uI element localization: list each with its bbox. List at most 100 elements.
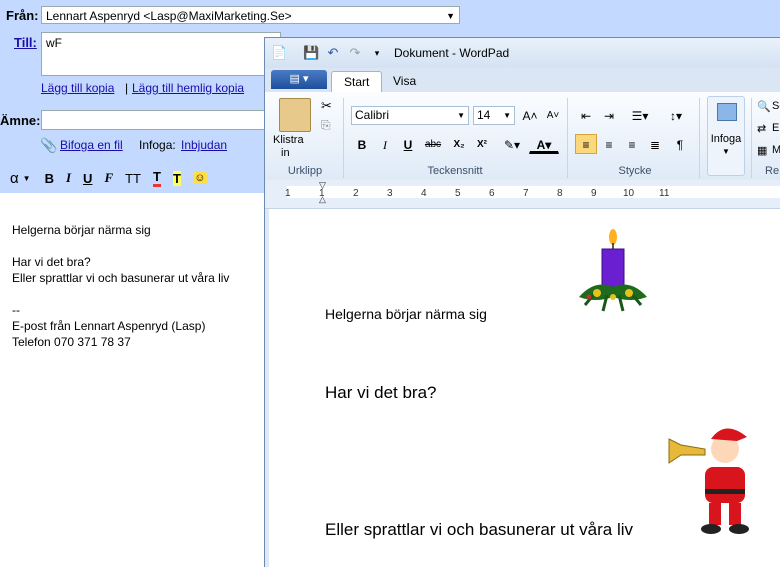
replace-label[interactable]: Er	[772, 122, 780, 134]
underline-button[interactable]: U	[83, 171, 92, 186]
separator	[343, 98, 344, 178]
wordpad-window: 📄 💾 ↶ ↷ ▾ Dokument - WordPad ▤ ▾ Start V…	[264, 37, 780, 569]
indent-marker-icon[interactable]: ▽	[319, 180, 326, 191]
subject-field[interactable]	[41, 110, 281, 130]
superscript-button[interactable]: X²	[471, 134, 493, 154]
underline-button[interactable]: U	[397, 134, 419, 154]
shrink-font-icon[interactable]: A˅	[542, 105, 564, 125]
chevron-down-icon: ▼	[446, 11, 455, 21]
body-line: --	[12, 303, 20, 317]
bold-button[interactable]: B	[351, 134, 373, 154]
insert-button[interactable]: Infoga ▼	[707, 96, 745, 176]
find-label[interactable]: Sö	[772, 100, 780, 112]
paste-label[interactable]: Klistra	[273, 134, 304, 146]
text-color-icon[interactable]: A▾	[529, 134, 559, 154]
paragraph-settings-icon[interactable]: ¶	[669, 134, 691, 154]
message-body[interactable]: Helgerna börjar närma sig Har vi det bra…	[12, 222, 229, 350]
link-separator: |	[125, 81, 129, 95]
body-line: Eller sprattlar vi och basunerar ut våra…	[12, 271, 230, 285]
doc-line-3: Eller sprattlar vi och basunerar ut våra…	[325, 520, 634, 539]
font-menu-button[interactable]: α	[10, 170, 19, 187]
invite-link[interactable]: Inbjudan	[181, 138, 227, 152]
find-icon[interactable]: 🔍	[757, 100, 771, 113]
bullet-list-icon[interactable]: ☰▾	[625, 105, 655, 125]
paperclip-icon: 📎	[40, 137, 58, 153]
body-line: Helgerna börjar närma sig	[12, 223, 151, 237]
attach-file-link[interactable]: Bifoga en fil	[60, 138, 123, 152]
italic-button[interactable]: I	[374, 134, 396, 154]
tab-visa[interactable]: Visa	[381, 71, 428, 92]
align-right-icon[interactable]: ≡	[621, 134, 643, 154]
font-group-label: Teckensnitt	[427, 165, 483, 177]
chevron-down-icon: ▼	[457, 111, 465, 120]
decrease-indent-icon[interactable]: ⇤	[575, 105, 597, 125]
text-color-button[interactable]: T	[153, 169, 161, 187]
body-line	[12, 286, 229, 302]
font-size-button[interactable]: TT	[125, 171, 141, 186]
app-menu-button[interactable]: ▤ ▾	[271, 70, 327, 89]
chevron-down-icon[interactable]: ▼	[23, 174, 31, 183]
highlight-color-icon[interactable]: ✎▾	[497, 134, 527, 154]
ruler-number: 10	[623, 188, 635, 199]
ruler-number: 8	[557, 188, 563, 199]
separator	[567, 98, 568, 178]
select-all-label[interactable]: M	[772, 144, 780, 156]
select-all-icon[interactable]: ▦	[757, 144, 767, 157]
to-field[interactable]: wF	[41, 32, 281, 76]
santa-trumpet-image	[668, 428, 753, 534]
document-area[interactable]: Helgerna börjar närma sig Har vi det bra…	[269, 209, 780, 569]
paste-icon[interactable]	[279, 98, 311, 132]
chevron-down-icon: ▼	[722, 147, 730, 156]
increase-indent-icon[interactable]: ⇥	[598, 105, 620, 125]
bold-button[interactable]: B	[45, 171, 54, 186]
ruler-number: 1	[285, 188, 291, 199]
paste-label-2[interactable]: in	[281, 147, 290, 159]
chevron-down-icon: ▼	[503, 111, 511, 120]
to-link[interactable]: Till:	[14, 35, 37, 50]
redo-icon[interactable]: ↷	[347, 45, 363, 61]
doc-line-2: Har vi det bra?	[325, 383, 437, 402]
from-select[interactable]: Lennart Aspenryd <Lasp@MaxiMarketing.Se>…	[41, 6, 460, 24]
grow-font-icon[interactable]: A˄	[519, 105, 541, 125]
body-line	[12, 238, 229, 254]
highlight-button[interactable]: T	[172, 170, 181, 186]
emoji-icon[interactable]: ☺	[192, 172, 207, 184]
cut-icon[interactable]: ✂	[321, 98, 332, 114]
copy-icon[interactable]: ⎘	[321, 118, 331, 133]
formatting-toolbar: α ▼ B I U F TT T T ☺	[0, 165, 270, 191]
doc-line-1: Helgerna börjar närma sig	[325, 306, 487, 322]
window-title: Dokument - WordPad	[394, 46, 510, 60]
paragraph-group-label: Stycke	[618, 165, 652, 177]
font-family-select[interactable]: Calibri ▼	[351, 106, 469, 125]
add-cc-link[interactable]: Lägg till kopia	[41, 81, 114, 95]
ruler-number: 7	[523, 188, 529, 199]
picture-icon	[717, 103, 737, 121]
customize-toolbar-icon[interactable]: ▾	[369, 45, 385, 61]
font-size-select[interactable]: 14 ▼	[473, 106, 515, 125]
save-icon[interactable]: 💾	[303, 45, 319, 61]
justify-icon[interactable]: ≣	[644, 134, 666, 154]
strikethrough-button[interactable]: abc	[420, 134, 446, 154]
advent-candle-image	[579, 229, 647, 312]
undo-icon[interactable]: ↶	[325, 45, 341, 61]
align-left-icon[interactable]: ≡	[575, 134, 597, 154]
line-spacing-icon[interactable]: ↕▾	[661, 105, 691, 125]
ruler-number: 4	[421, 188, 427, 199]
insert-label: Infoga	[710, 133, 742, 145]
subscript-button[interactable]: X₂	[448, 134, 470, 154]
editing-group-label: Re	[765, 165, 780, 177]
insert-label: Infoga:	[139, 138, 176, 152]
title-bar: 📄 💾 ↶ ↷ ▾ Dokument - WordPad	[265, 38, 780, 68]
ruler[interactable]: 1 1 2 3 4 5 6 7 8 9 10 11 ▽ △	[265, 180, 780, 209]
align-center-icon[interactable]: ≡	[598, 134, 620, 154]
ruler-number: 6	[489, 188, 495, 199]
italic-button[interactable]: I	[66, 170, 71, 186]
ruler-strip	[287, 186, 780, 198]
replace-icon[interactable]: ⇄	[757, 122, 766, 135]
font-face-button[interactable]: F	[104, 170, 113, 186]
add-bcc-link[interactable]: Lägg till hemlig kopia	[132, 81, 244, 95]
tab-start[interactable]: Start	[331, 71, 383, 92]
from-value: Lennart Aspenryd <Lasp@MaxiMarketing.Se>	[46, 9, 292, 23]
indent-marker-icon[interactable]: △	[319, 194, 326, 205]
font-size-value: 14	[477, 108, 491, 122]
